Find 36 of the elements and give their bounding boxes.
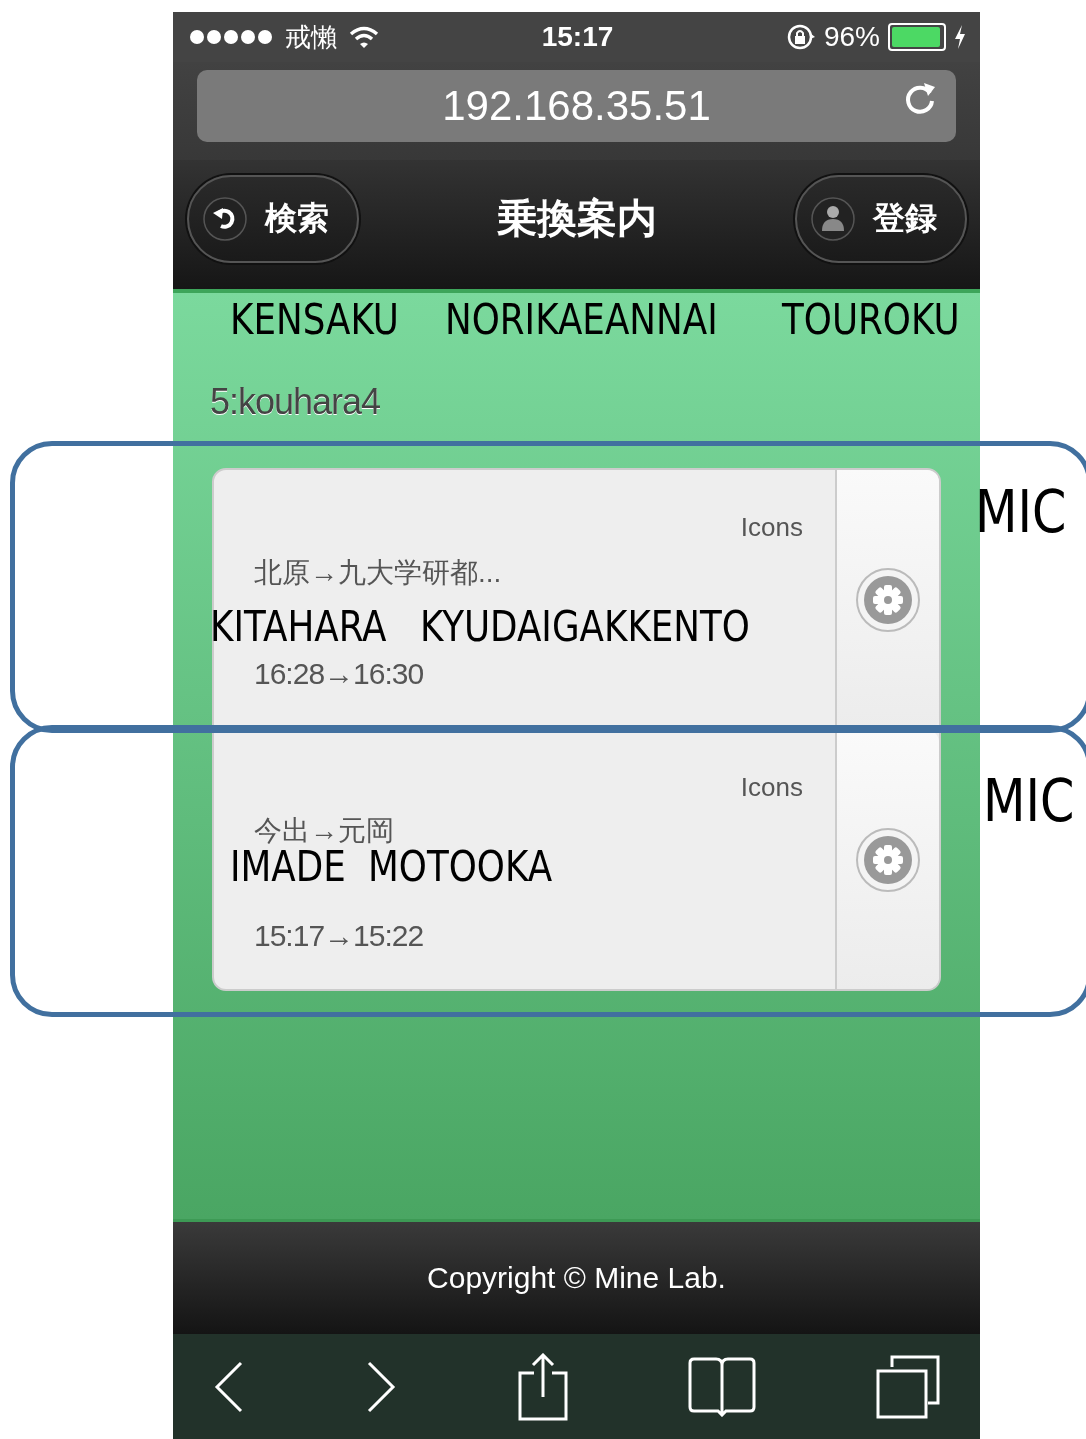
forward-icon: [365, 1360, 398, 1413]
carrier-name: 戒懶: [285, 20, 337, 54]
battery-percent: 96%: [823, 21, 880, 53]
wifi-icon: [349, 25, 379, 49]
route-name: 北原→九大学研都...: [254, 556, 503, 590]
bolt-icon: [954, 25, 966, 49]
rotation-lock-icon: [785, 23, 816, 51]
back-icon: [213, 1360, 245, 1413]
annotation-label: KYUDAIGAKKENTO: [419, 602, 750, 651]
book-icon: [687, 1356, 756, 1417]
signal-icon: [189, 29, 273, 45]
battery-icon: [888, 23, 946, 51]
search-button[interactable]: 検索: [187, 174, 359, 263]
annotation-label: MIC: [983, 767, 1075, 835]
settings-button[interactable]: [835, 730, 939, 989]
route-item[interactable]: Icons 今出→元岡 IMADE MOTOOKA 15:17→15:22: [214, 730, 835, 989]
address-field[interactable]: 192.168.35.51: [197, 70, 956, 142]
annotation-label: TOUROKU: [781, 295, 960, 343]
route-time: 15:17→15:22: [254, 919, 425, 953]
share-icon: [517, 1352, 568, 1421]
copyright-text: Copyright © Mine Lab.: [427, 1261, 726, 1295]
icons-label: Icons: [740, 512, 803, 543]
settings-icon: [854, 565, 922, 634]
settings-icon: [854, 825, 922, 894]
route-time: 16:28→16:30: [254, 657, 425, 691]
route-name: 今出→元岡: [254, 814, 395, 848]
undo-icon: [203, 196, 247, 241]
page-title: 乗換案内: [497, 195, 657, 242]
annotation-label: NORIKAEANNAI: [444, 295, 718, 343]
clock-time: 15:17: [541, 21, 614, 53]
user-name: 5:kouhara4: [209, 380, 382, 424]
icons-label: Icons: [740, 772, 803, 803]
annotation-label: KENSAKU: [230, 295, 399, 343]
tabs-icon: [876, 1354, 940, 1419]
register-button[interactable]: 登録: [795, 174, 967, 263]
person-icon: [811, 196, 855, 241]
